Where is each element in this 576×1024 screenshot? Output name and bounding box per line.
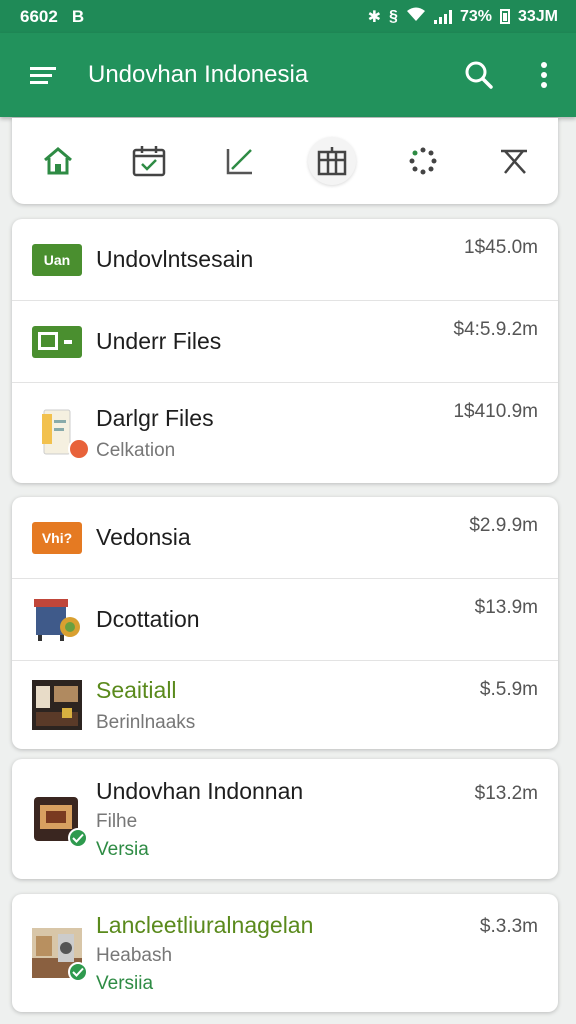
item-subtitle: Heabash (96, 944, 173, 966)
loading-icon (409, 147, 437, 175)
item-thumbnail (32, 317, 82, 367)
tool-loading[interactable] (399, 137, 447, 185)
home-icon (44, 147, 72, 175)
more-vert-icon (541, 62, 547, 88)
item-tag: Uan (32, 243, 82, 276)
item-thumbnail (32, 408, 90, 460)
battery-percent: 73% (459, 7, 492, 25)
item-version: Versiia (96, 972, 154, 994)
furniture-icon (34, 598, 80, 641)
tool-edit[interactable] (216, 137, 264, 185)
item-version: Versia (96, 838, 149, 860)
list-item[interactable]: Uan Undovlntsesain 1$45.0m (12, 219, 558, 301)
item-price: $13.2m (474, 783, 538, 804)
item-group-4: Lancleetliuralnagelan Heabash Versiia $.… (12, 894, 558, 1012)
item-group-2: Vhi? Vedonsia $2.9.9m Dcottation $13.9m … (12, 497, 558, 749)
search-button[interactable] (446, 33, 512, 117)
category-toolbar (12, 118, 558, 204)
tool-home[interactable] (34, 137, 82, 185)
list-item[interactable]: Vhi? Vedonsia $2.9.9m (12, 497, 558, 579)
room-photo-icon (32, 680, 82, 730)
battery-icon (499, 9, 510, 24)
item-group-3: Undovhan Indonnan Filhe Versia $13.2m (12, 759, 558, 879)
menu-button[interactable] (0, 33, 88, 117)
item-subtitle: Filhe (96, 810, 138, 832)
list-item[interactable]: Dcottation $13.9m (12, 579, 558, 661)
notification-icon: § (389, 7, 398, 25)
item-tag: Vhi? (32, 521, 82, 554)
item-thumbnail: Uan (32, 235, 82, 285)
check-icon (68, 828, 88, 848)
item-name: Dcottation (96, 606, 200, 632)
bluetooth-icon: ✱ (367, 8, 382, 26)
item-subtitle: Berinlnaaks (96, 711, 196, 733)
item-price: $2.9.9m (469, 515, 538, 536)
page-title: Undovhan Indonesia (88, 61, 309, 88)
status-badge (68, 438, 90, 460)
tool-store[interactable] (307, 137, 356, 185)
item-name: Seaitiall (96, 676, 177, 703)
signal-icon (433, 9, 452, 24)
item-group-1: Uan Undovlntsesain 1$45.0m Underr Files … (12, 219, 558, 483)
status-carrier: B (71, 6, 85, 26)
tools-icon (500, 149, 527, 174)
item-name: Undovhan Indonnan (96, 777, 304, 804)
list-item[interactable]: Seaitiall Berinlnaaks $.5.9m (12, 661, 558, 749)
item-price: 1$410.9m (453, 401, 538, 422)
wallet-icon (32, 325, 82, 358)
list-item[interactable]: Underr Files $4:5.9.2m (12, 301, 558, 383)
edit-icon (227, 149, 253, 175)
clock: 33JM (517, 7, 558, 25)
status-bar: 6602 B ✱ § 73% 33JM (0, 0, 576, 33)
item-price: $.3.3m (479, 916, 538, 937)
more-options-button[interactable] (512, 33, 576, 117)
item-name: Lancleetliuralnagelan (96, 911, 314, 938)
calendar-check-icon (132, 146, 166, 177)
tool-tools[interactable] (490, 137, 538, 185)
list-item[interactable]: Lancleetliuralnagelan Heabash Versiia $.… (12, 894, 558, 1012)
item-price: 1$45.0m (464, 237, 538, 258)
status-left-text: 6602 (20, 6, 58, 26)
app-bar: Undovhan Indonesia (0, 33, 576, 117)
item-price: $.5.9m (479, 679, 538, 700)
item-subtitle: Celkation (96, 439, 176, 461)
search-icon (465, 61, 493, 89)
item-thumbnail (32, 794, 88, 848)
list-item[interactable]: Darlgr Files Celkation 1$410.9m (12, 383, 558, 483)
item-thumbnail (32, 680, 82, 730)
hamburger-icon (30, 67, 56, 84)
item-thumbnail (32, 928, 88, 982)
wifi-icon (406, 6, 426, 27)
list-item[interactable]: Undovhan Indonnan Filhe Versia $13.2m (12, 759, 558, 879)
item-thumbnail (32, 595, 82, 645)
check-icon (68, 962, 88, 982)
item-price: $13.9m (474, 597, 538, 618)
tool-calendar[interactable] (125, 137, 173, 185)
item-price: $4:5.9.2m (453, 319, 539, 340)
store-icon (317, 147, 346, 176)
item-thumbnail: Vhi? (32, 513, 82, 563)
